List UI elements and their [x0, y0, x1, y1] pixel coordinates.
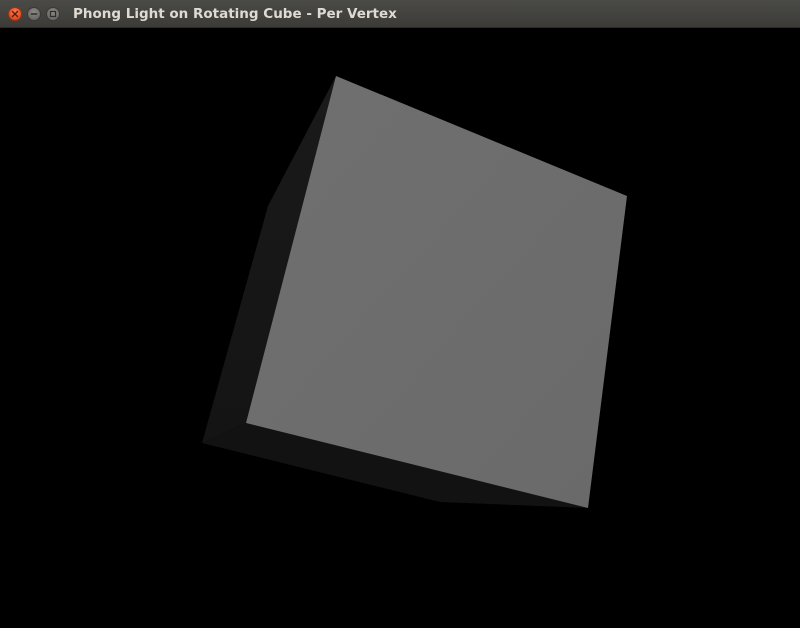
- application-window: Phong Light on Rotating Cube - Per Verte…: [0, 0, 800, 628]
- close-icon: [11, 10, 19, 18]
- opengl-viewport[interactable]: [0, 28, 800, 628]
- maximize-button[interactable]: [46, 7, 60, 21]
- maximize-icon: [49, 10, 57, 18]
- title-bar[interactable]: Phong Light on Rotating Cube - Per Verte…: [0, 0, 800, 28]
- window-title: Phong Light on Rotating Cube - Per Verte…: [73, 6, 397, 22]
- minimize-icon: [30, 10, 38, 18]
- cube-render: [0, 28, 800, 628]
- close-button[interactable]: [8, 7, 22, 21]
- minimize-button[interactable]: [27, 7, 41, 21]
